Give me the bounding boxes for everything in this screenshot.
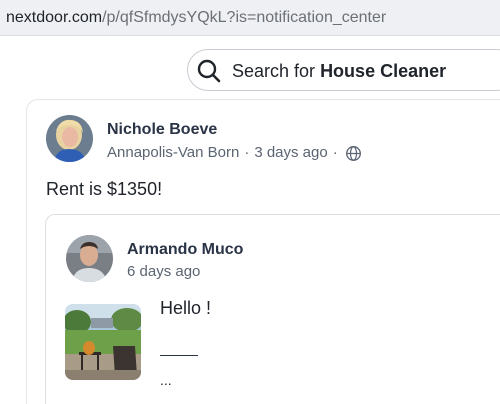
post-body: Rent is $1350!	[46, 179, 163, 199]
shared-post-ellipsis: ...	[160, 372, 172, 388]
search-bar[interactable]: Search for House Cleaner	[187, 49, 500, 91]
shared-post-time[interactable]: 6 days ago	[127, 262, 200, 282]
patio-photo	[65, 304, 141, 380]
avatar-image	[46, 115, 93, 162]
post-time[interactable]: 3 days ago	[254, 143, 327, 163]
post-author-name[interactable]: Nichole Boeve	[107, 120, 217, 140]
post-meta: Annapolis-Van Born · 3 days ago ·	[107, 143, 362, 163]
author-avatar[interactable]	[46, 115, 93, 162]
shared-post-thumbnail[interactable]	[65, 304, 141, 380]
url-host: nextdoor.com	[6, 9, 103, 26]
shared-author-name[interactable]: Armando Muco	[127, 240, 243, 260]
shared-post-body: Hello !	[160, 298, 212, 318]
browser-url-bar[interactable]: nextdoor.com/p/qfSfmdysYQkL?is=notificat…	[0, 0, 500, 36]
url-text[interactable]: nextdoor.com/p/qfSfmdysYQkL?is=notificat…	[6, 8, 386, 28]
shared-author-avatar[interactable]	[66, 235, 113, 282]
search-term: House Cleaner	[320, 61, 447, 81]
search-icon	[197, 59, 221, 83]
search-placeholder: Search for House Cleaner	[232, 60, 446, 82]
search-prefix: Search for	[232, 61, 316, 81]
avatar-image	[66, 235, 113, 282]
meta-separator: ·	[332, 144, 338, 161]
url-path: /p/qfSfmdysYQkL?is=notification_center	[102, 9, 387, 26]
divider	[160, 355, 198, 356]
meta-separator: ·	[244, 144, 250, 161]
post-neighborhood[interactable]: Annapolis-Van Born	[107, 143, 239, 163]
globe-icon	[345, 145, 361, 161]
